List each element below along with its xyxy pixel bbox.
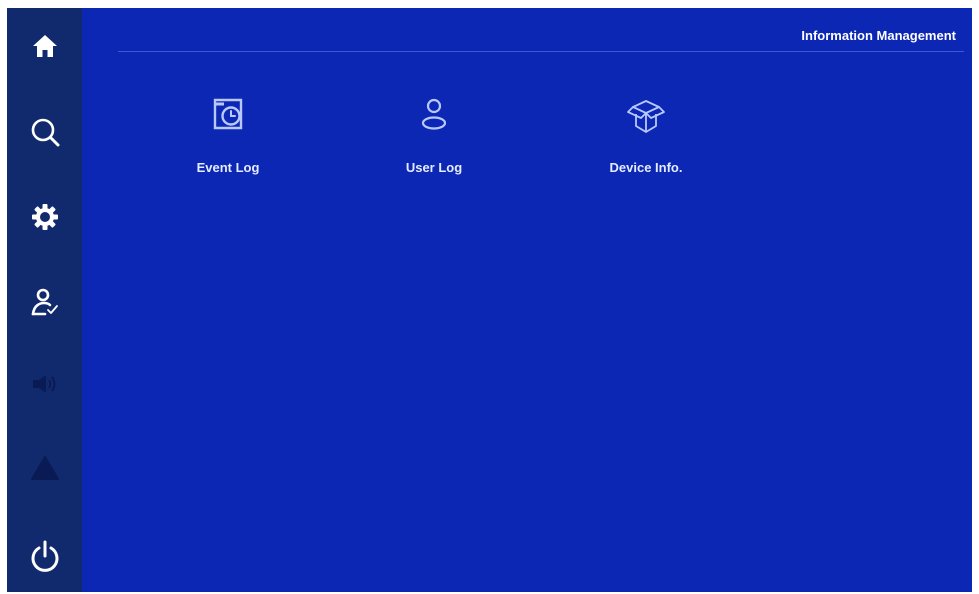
event-log-icon-wrap [168, 96, 288, 142]
tile-user-log[interactable]: User Log [374, 96, 494, 186]
sidebar-item-alarm[interactable] [7, 432, 82, 504]
gear-icon [31, 204, 58, 230]
main-panel: Information Management Event Log User Lo… [82, 8, 972, 592]
user-icon [421, 98, 447, 130]
sidebar-item-settings[interactable] [7, 181, 82, 253]
page-title: Information Management [801, 28, 956, 43]
event-log-icon [213, 98, 243, 130]
user-icon-wrap [374, 96, 494, 142]
sidebar-item-sound[interactable] [7, 348, 82, 420]
warning-icon [30, 456, 59, 480]
user-check-icon [31, 288, 58, 316]
sidebar [7, 8, 82, 592]
box-icon-wrap [586, 96, 706, 142]
tile-label: User Log [405, 160, 463, 175]
sidebar-item-power[interactable] [7, 520, 82, 592]
tile-device-info[interactable]: Device Info. [586, 96, 706, 186]
speaker-icon [32, 375, 55, 393]
tile-label: Event Log [196, 160, 260, 175]
box-icon [627, 100, 665, 133]
search-icon [31, 118, 59, 147]
power-icon [31, 540, 58, 572]
tile-label: Device Info. [609, 160, 683, 175]
home-icon [32, 35, 57, 57]
sidebar-item-user-management[interactable] [7, 266, 82, 338]
screen: Information Management Event Log User Lo… [7, 8, 972, 592]
sidebar-item-home[interactable] [7, 10, 82, 82]
sidebar-item-search[interactable] [7, 96, 82, 168]
tile-event-log[interactable]: Event Log [168, 96, 288, 186]
title-divider [118, 51, 964, 52]
